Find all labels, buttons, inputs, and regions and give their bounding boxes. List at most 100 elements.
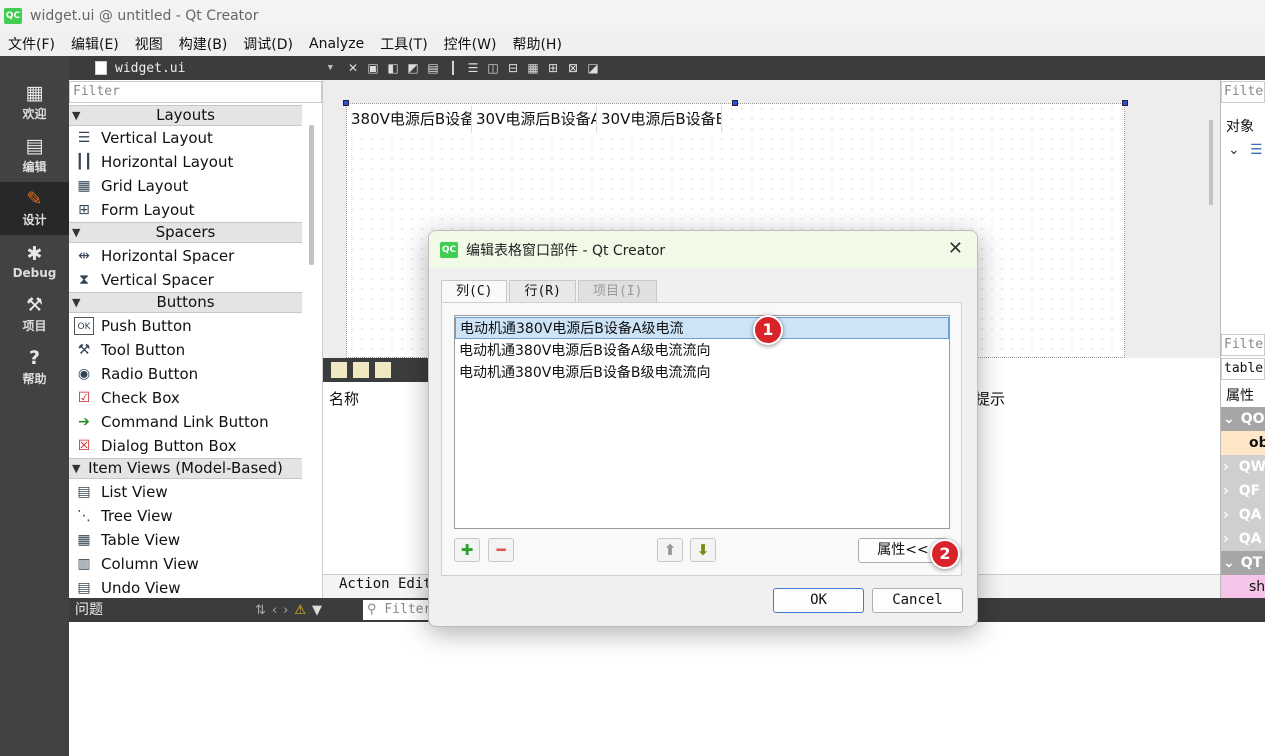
menu-analyze[interactable]: Analyze [301, 36, 372, 52]
mode-edit[interactable]: ▤ 编辑 [0, 129, 69, 182]
table-header-section[interactable]: 30V电源后B设备A [472, 106, 597, 133]
property-section-label: QA [1238, 507, 1262, 523]
cancel-button[interactable]: Cancel [872, 588, 963, 613]
menu-tools[interactable]: 工具(T) [372, 34, 435, 54]
menu-file[interactable]: 文件(F) [0, 34, 63, 54]
widget-check-box[interactable]: ☑ Check Box [69, 386, 302, 410]
menu-help[interactable]: 帮助(H) [504, 34, 569, 54]
category-item-views[interactable]: ▼ Item Views (Model-Based) [69, 458, 302, 479]
form-editor-tools: ✕ ▣ ◧ ◩ ▤ ┃ ☰ ◫ ⊟ ▦ ⊞ ⊠ ◪ [345, 58, 601, 78]
layout-grid-icon[interactable]: ▦ [525, 60, 541, 76]
widget-form-layout[interactable]: ⊞ Form Layout [69, 198, 302, 222]
list-item[interactable]: 电动机通380V电源后B设备A级电流流向 [455, 340, 949, 362]
chevron-left-icon[interactable]: ‹ [272, 603, 277, 618]
table-header-section[interactable]: 30V电源后B设备B [597, 106, 722, 133]
layout-vertical-icon[interactable]: ☰ [465, 60, 481, 76]
break-layout-icon[interactable]: ⊠ [565, 60, 581, 76]
property-row[interactable]: sh [1221, 575, 1265, 599]
menu-debug[interactable]: 调试(D) [235, 34, 301, 54]
menu-build[interactable]: 构建(B) [171, 34, 236, 54]
horizontal-spacer-icon: ⇹ [78, 248, 90, 264]
menu-widgets[interactable]: 控件(W) [436, 34, 505, 54]
move-up-button[interactable]: ⬆ [657, 538, 683, 562]
object-filter-input[interactable]: Filter [1221, 81, 1265, 103]
signal-slot-icon[interactable]: ◧ [385, 60, 401, 76]
widget-column-view[interactable]: ▥ Column View [69, 552, 302, 576]
paste-action-icon[interactable] [375, 362, 391, 378]
widget-table-view[interactable]: ▦ Table View [69, 528, 302, 552]
widget-dialog-button-box[interactable]: ☒ Dialog Button Box [69, 434, 302, 458]
tab-order-icon[interactable]: ▤ [425, 60, 441, 76]
list-item[interactable]: 电动机通380V电源后B设备A级电流 [455, 317, 949, 339]
remove-column-button[interactable]: ━ [488, 538, 514, 562]
widget-tool-button[interactable]: ⚒ Tool Button [69, 338, 302, 362]
selection-handle[interactable] [1122, 100, 1128, 106]
buddy-icon[interactable]: ◩ [405, 60, 421, 76]
property-section[interactable]: › QA [1221, 503, 1265, 527]
category-buttons[interactable]: ▼ Buttons [69, 292, 302, 313]
widget-vertical-layout[interactable]: ☰ Vertical Layout [69, 126, 302, 150]
widget-undo-view[interactable]: ▤ Undo View [69, 576, 302, 600]
close-icon[interactable]: ✕ [345, 60, 361, 76]
widget-edit-icon[interactable]: ▣ [365, 60, 381, 76]
widget-push-button[interactable]: OK Push Button [69, 314, 302, 338]
property-section[interactable]: › QA [1221, 527, 1265, 551]
widget-command-link-button[interactable]: ➔ Command Link Button [69, 410, 302, 434]
mode-projects[interactable]: ⚒ 项目 [0, 288, 69, 341]
open-file-selector[interactable]: widget.ui ▼ [69, 56, 339, 80]
property-section[interactable]: › QF [1221, 479, 1265, 503]
tab-columns[interactable]: 列(C) [441, 280, 508, 303]
category-layouts[interactable]: ▼ Layouts [69, 105, 302, 126]
adjust-size-icon[interactable]: ◪ [585, 60, 601, 76]
list-item[interactable]: 电动机通380V电源后B设备B级电流流向 [455, 362, 949, 384]
tab-action-editor[interactable]: Action Edit [339, 576, 432, 592]
mode-debug[interactable]: ✱ Debug [0, 235, 69, 288]
layout-hsplit-icon[interactable]: ◫ [485, 60, 501, 76]
tab-rows[interactable]: 行(R) [509, 280, 576, 302]
chevron-down-icon[interactable]: ⌄ [1228, 142, 1240, 158]
widget-tree-view[interactable]: ⋱ Tree View [69, 504, 302, 528]
mode-design[interactable]: ✎ 设计 [0, 182, 69, 235]
property-section[interactable]: › QW [1221, 455, 1265, 479]
layout-vsplit-icon[interactable]: ⊟ [505, 60, 521, 76]
category-spacers[interactable]: ▼ Spacers [69, 222, 302, 243]
widget-filter-input[interactable]: Filter [69, 81, 322, 103]
widget-vertical-spacer[interactable]: ⧗ Vertical Spacer [69, 268, 302, 292]
widget-horizontal-spacer[interactable]: ⇹ Horizontal Spacer [69, 244, 302, 268]
widget-grid-layout[interactable]: ▦ Grid Layout [69, 174, 302, 198]
property-row[interactable]: ob [1221, 431, 1265, 455]
property-filter-input[interactable]: Filter [1221, 334, 1265, 356]
issues-filter-input[interactable]: ⚲ Filter [363, 600, 433, 620]
widget-list-view[interactable]: ▤ List View [69, 480, 302, 504]
widget-horizontal-layout[interactable]: ┃┃ Horizontal Layout [69, 150, 302, 174]
ok-button[interactable]: OK [773, 588, 864, 613]
table-header-section[interactable]: 380V电源后B设备 [347, 106, 472, 133]
add-column-button[interactable]: ✚ [454, 538, 480, 562]
widget-radio-button[interactable]: ◉ Radio Button [69, 362, 302, 386]
widget-box-scrollbar[interactable] [309, 125, 314, 265]
widget-label: Push Button [101, 317, 192, 335]
selection-handle[interactable] [343, 100, 349, 106]
copy-action-icon[interactable] [353, 362, 369, 378]
close-icon[interactable]: ✕ [948, 238, 963, 259]
property-section[interactable]: ⌄ QO [1221, 407, 1265, 431]
warning-icon[interactable]: ⚠ [294, 603, 306, 618]
mode-welcome[interactable]: ▦ 欢迎 [0, 76, 69, 129]
selection-handle[interactable] [732, 100, 738, 106]
chevron-right-icon[interactable]: › [283, 603, 288, 618]
vertical-spacer-icon: ⧗ [79, 272, 89, 288]
inspector-scrollbar[interactable] [1209, 120, 1213, 205]
widget-label: Tree View [101, 507, 173, 525]
layout-form-icon[interactable]: ⊞ [545, 60, 561, 76]
new-action-icon[interactable] [331, 362, 347, 378]
menu-edit[interactable]: 编辑(E) [63, 34, 127, 54]
menu-view[interactable]: 视图 [127, 34, 171, 54]
arrow-up-icon: ⬆ [663, 541, 677, 559]
horizontal-layout-icon: ┃┃ [75, 154, 93, 170]
move-down-button[interactable]: ⬇ [690, 538, 716, 562]
property-section[interactable]: ⌄ QT [1221, 551, 1265, 575]
mode-help[interactable]: ? 帮助 [0, 341, 69, 394]
filter-icon[interactable]: ▼ [312, 603, 322, 618]
layout-horizontal-icon[interactable]: ┃ [445, 60, 461, 76]
sort-icon[interactable]: ⇅ [255, 603, 266, 618]
